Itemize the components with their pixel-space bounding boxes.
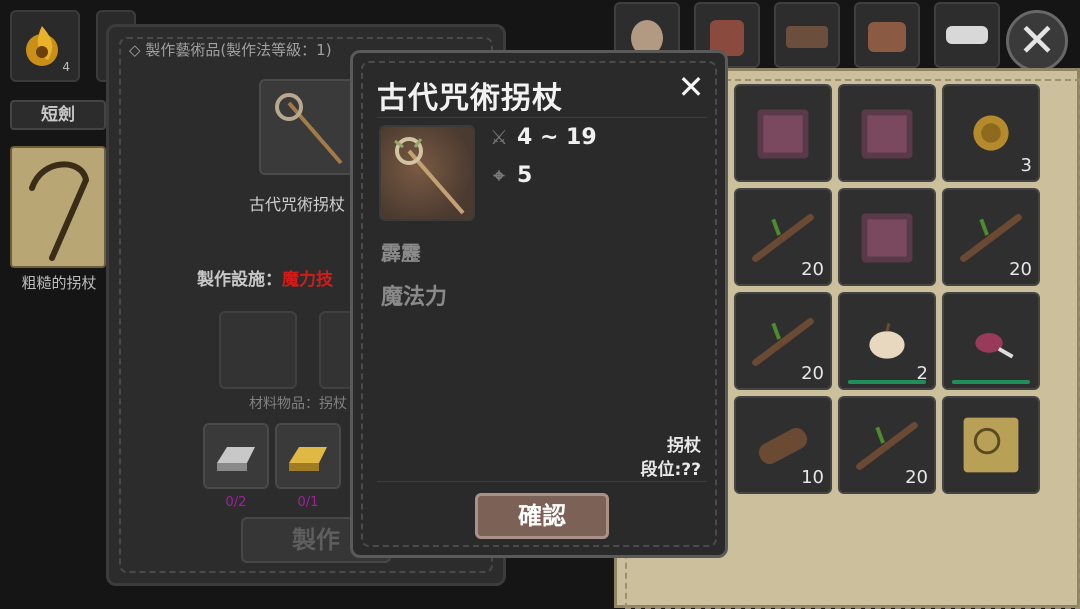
facility-value: 魔力技 bbox=[282, 270, 333, 290]
modal-divider-bottom bbox=[377, 481, 707, 482]
modal-divider-top bbox=[377, 117, 707, 118]
inventory-slot[interactable]: 3 bbox=[942, 84, 1040, 182]
hud-slot-flame[interactable]: 4 bbox=[10, 10, 80, 82]
diamond-icon: ◇ bbox=[129, 41, 146, 59]
inventory-slot-count: 20 bbox=[801, 363, 824, 384]
modal-item-image bbox=[379, 125, 475, 221]
damage-value: 4 ~ 19 bbox=[517, 125, 597, 150]
inventory-slot[interactable] bbox=[838, 188, 936, 286]
ingredient-silver[interactable] bbox=[203, 423, 269, 489]
inventory-slot[interactable] bbox=[734, 84, 832, 182]
tab-case[interactable] bbox=[774, 2, 840, 68]
gold-ingot-icon bbox=[289, 447, 327, 471]
durability-bar bbox=[952, 380, 1030, 384]
inventory-slot[interactable]: 20 bbox=[838, 396, 936, 494]
durability-bar bbox=[848, 380, 926, 384]
inventory-slot[interactable] bbox=[942, 292, 1040, 390]
ingredient-gold-count: 0/1 bbox=[297, 495, 319, 510]
inventory-slot[interactable]: 20 bbox=[734, 188, 832, 286]
modal-close-icon[interactable]: ✕ bbox=[675, 71, 707, 103]
element-label: 霹靂 bbox=[381, 241, 421, 265]
craft-title-text: 製作藝術品(製作法等級：1) bbox=[145, 41, 332, 59]
item-type-label: 拐杖 bbox=[667, 436, 701, 456]
tab-short-sword[interactable]: 短劍 bbox=[10, 100, 106, 130]
inventory-slot-count: 3 bbox=[1020, 155, 1032, 176]
ingredient-silver-count: 0/2 bbox=[225, 495, 247, 510]
craft-facility: 製作設施：魔力技 bbox=[197, 265, 333, 290]
horse-icon bbox=[946, 26, 988, 44]
close-icon[interactable]: ✕ bbox=[1006, 10, 1068, 72]
craft-preview-image bbox=[259, 79, 355, 175]
inventory-slot[interactable] bbox=[838, 84, 936, 182]
tab-mount[interactable] bbox=[934, 2, 1000, 68]
map-scroll-icon bbox=[963, 417, 1019, 473]
material-slot-1[interactable] bbox=[219, 311, 297, 389]
inventory-slot-count: 20 bbox=[1009, 259, 1032, 280]
inventory-slot[interactable]: 20 bbox=[942, 188, 1040, 286]
accuracy-stat: ⌖ 5 bbox=[487, 163, 532, 188]
spellbook-icon bbox=[861, 109, 913, 159]
inventory-slot-count: 10 bbox=[801, 467, 824, 488]
rank-label: 段位:?? bbox=[640, 460, 701, 480]
crossed-swords-icon: ⚔ bbox=[490, 125, 508, 149]
cane-icon bbox=[29, 161, 90, 261]
staff-icon bbox=[394, 137, 465, 215]
inventory-slot[interactable]: 10 bbox=[734, 396, 832, 494]
modal-title: 古代咒術拐杖 bbox=[377, 81, 563, 116]
inventory-slot-count: 20 bbox=[905, 467, 928, 488]
staff-icon bbox=[275, 93, 343, 165]
left-item-card[interactable] bbox=[10, 146, 106, 268]
meat-icon bbox=[975, 333, 1014, 359]
crosshair-icon: ⌖ bbox=[493, 163, 505, 187]
spellbook-icon bbox=[757, 109, 809, 159]
case-icon bbox=[786, 26, 828, 48]
silver-ingot-icon bbox=[217, 447, 255, 471]
attribute-label: 魔法力 bbox=[381, 285, 448, 310]
inventory-slot[interactable]: 2 bbox=[838, 292, 936, 390]
craft-panel-title: ◇ 製作藝術品(製作法等級：1) bbox=[129, 39, 332, 60]
facility-label: 製作設施： bbox=[197, 270, 282, 290]
accuracy-value: 5 bbox=[517, 163, 533, 188]
damage-stat: ⚔ 4 ~ 19 bbox=[487, 125, 597, 150]
confirm-button[interactable]: 確認 bbox=[475, 493, 609, 539]
inventory-slot-count: 20 bbox=[801, 259, 824, 280]
spellbook-icon bbox=[861, 213, 913, 263]
pack-icon bbox=[868, 22, 906, 52]
hud-slot-count: 4 bbox=[62, 60, 70, 74]
item-detail-modal: 古代咒術拐杖 ✕ ⚔ 4 ~ 19 ⌖ 5 霹靂 魔法力 拐杖 段位:?? 確認 bbox=[350, 50, 728, 558]
inventory-slot[interactable]: 20 bbox=[734, 292, 832, 390]
inventory-slot[interactable] bbox=[942, 396, 1040, 494]
materials-label: 材料物品：拐杖 bbox=[249, 396, 347, 412]
tab-pack[interactable] bbox=[854, 2, 920, 68]
left-item-label: 粗糙的拐杖 bbox=[21, 274, 97, 292]
craft-item-name: 古代咒術拐杖 bbox=[249, 195, 346, 214]
ingredient-gold[interactable] bbox=[275, 423, 341, 489]
